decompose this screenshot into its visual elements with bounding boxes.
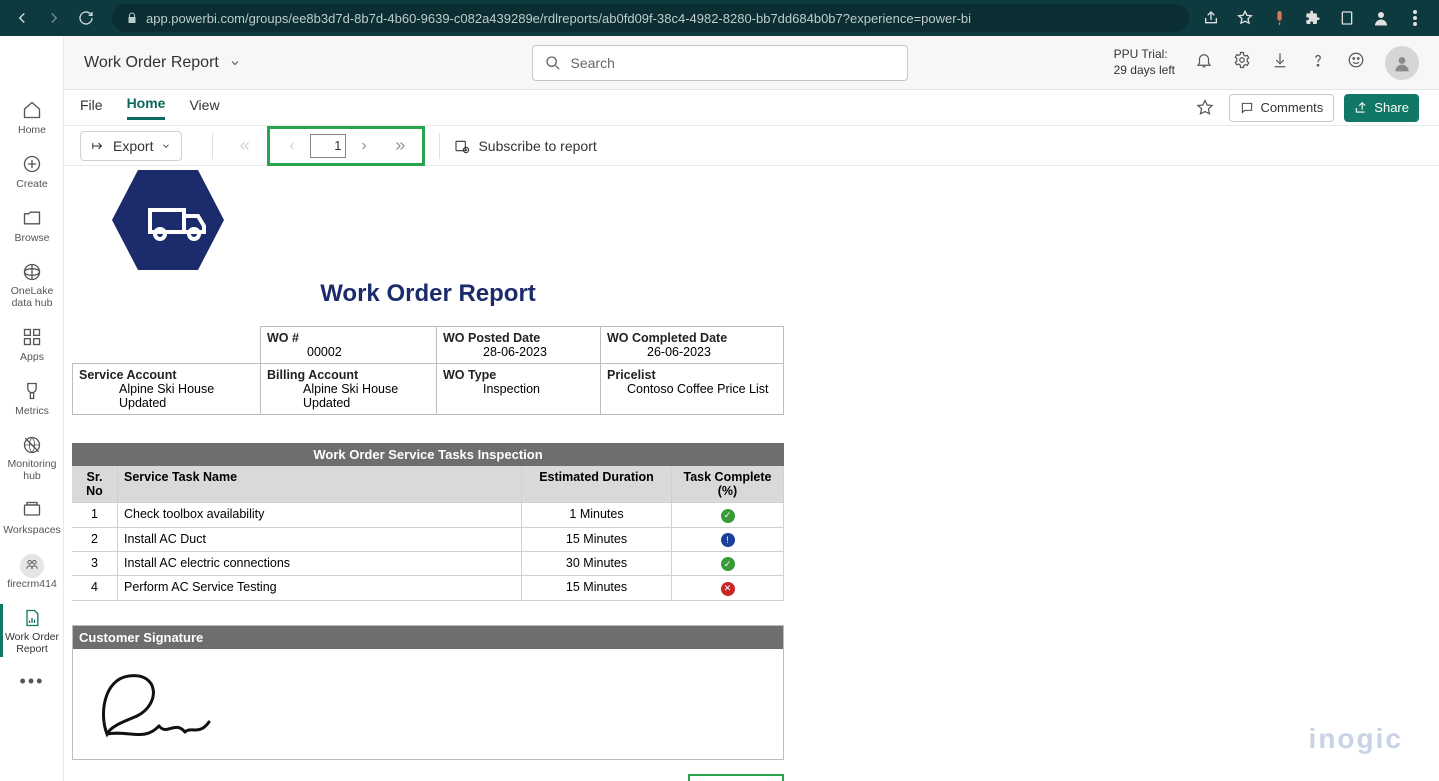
- nav-monitoring[interactable]: Monitoring hub: [0, 425, 64, 490]
- table-row: 3Install AC electric connections30 Minut…: [72, 552, 784, 577]
- comment-icon: [1240, 101, 1254, 115]
- status-icon: !: [721, 533, 735, 547]
- table-row: 1Check toolbox availability1 Minutes✓: [72, 503, 784, 528]
- tab-view[interactable]: View: [189, 97, 219, 119]
- status-icon: ✕: [721, 582, 735, 596]
- nav-work-order-report[interactable]: Work Order Report: [0, 598, 64, 663]
- nav-workspace-current[interactable]: firecrm414: [0, 544, 64, 598]
- status-icon: ✓: [721, 557, 735, 571]
- signature-label: Customer Signature: [73, 626, 783, 649]
- tasks-header-row: Sr. No Service Task Name Estimated Durat…: [72, 466, 784, 503]
- report-title-dropdown[interactable]: Work Order Report: [84, 54, 241, 72]
- table-row: 4Perform AC Service Testing15 Minutes✕: [72, 576, 784, 601]
- logo-hexagon: [108, 166, 228, 274]
- signature-block: Customer Signature: [72, 625, 784, 760]
- search-placeholder: Search: [571, 55, 615, 71]
- subscribe-button[interactable]: Subscribe to report: [454, 138, 596, 154]
- nav-more[interactable]: •••: [0, 663, 64, 700]
- toolbar: Export Subscribe to report: [0, 126, 1439, 166]
- nav-metrics[interactable]: Metrics: [0, 371, 64, 425]
- tab-home[interactable]: Home: [127, 95, 166, 120]
- export-button[interactable]: Export: [80, 131, 182, 161]
- header-fields-table: WO #00002 WO Posted Date28-06-2023 WO Co…: [72, 326, 784, 415]
- next-page-button[interactable]: [346, 131, 382, 161]
- separator: [439, 133, 440, 159]
- nav-browse[interactable]: Browse: [0, 198, 64, 252]
- avatar[interactable]: [1385, 46, 1419, 80]
- tasks-table: Work Order Service Tasks Inspection Sr. …: [72, 443, 784, 601]
- search-icon: [545, 55, 561, 71]
- settings-icon[interactable]: [1233, 51, 1251, 74]
- feedback-icon[interactable]: [1347, 51, 1365, 74]
- nav-home[interactable]: Home: [0, 90, 64, 144]
- page-number-input[interactable]: [310, 134, 346, 158]
- report-canvas: Work Order Report WO #00002 WO Posted Da…: [64, 166, 1439, 781]
- nav-onelake[interactable]: OneLake data hub: [0, 252, 64, 317]
- device-icon[interactable]: [1337, 8, 1357, 28]
- trial-info: PPU Trial: 29 days left: [1114, 47, 1175, 78]
- signature-image: [73, 649, 783, 759]
- tab-file[interactable]: File: [80, 97, 103, 119]
- help-icon[interactable]: [1309, 51, 1327, 74]
- tasks-caption: Work Order Service Tasks Inspection: [72, 443, 784, 466]
- nav-apps[interactable]: Apps: [0, 317, 64, 371]
- url-text: app.powerbi.com/groups/ee8b3d7d-8b7d-4b6…: [146, 11, 971, 26]
- report-name: Work Order Report: [84, 54, 219, 72]
- chevron-down-icon: [161, 141, 171, 151]
- bookmark-star-icon[interactable]: [1235, 8, 1255, 28]
- back-button[interactable]: [8, 4, 36, 32]
- watermark: inogic: [1309, 723, 1403, 755]
- last-page-button[interactable]: [382, 131, 418, 161]
- chevron-down-icon: [229, 57, 241, 69]
- download-icon[interactable]: [1271, 51, 1289, 74]
- prev-page-button: [274, 131, 310, 161]
- pager-highlight: [267, 126, 425, 166]
- mic-icon[interactable]: [1269, 8, 1289, 28]
- left-nav: Home Create Browse OneLake data hub Apps…: [0, 36, 64, 781]
- workspace-icon: [20, 554, 44, 578]
- status-icon: ✓: [721, 509, 735, 523]
- reload-button[interactable]: [72, 4, 100, 32]
- nav-create[interactable]: Create: [0, 144, 64, 198]
- page-counter: Page 1 of 2: [688, 774, 784, 781]
- share-url-icon[interactable]: [1201, 8, 1221, 28]
- nav-workspaces[interactable]: Workspaces: [0, 490, 64, 544]
- first-page-button: [227, 131, 263, 161]
- browser-chrome: app.powerbi.com/groups/ee8b3d7d-8b7d-4b6…: [0, 0, 1439, 36]
- table-row: 2Install AC Duct15 Minutes!: [72, 528, 784, 552]
- notifications-icon[interactable]: [1195, 51, 1213, 74]
- subscribe-icon: [454, 138, 470, 154]
- share-button[interactable]: Share: [1344, 94, 1419, 122]
- kebab-menu-icon[interactable]: [1405, 8, 1425, 28]
- report-heading: Work Order Report: [72, 280, 784, 308]
- forward-button[interactable]: [40, 4, 68, 32]
- address-bar[interactable]: app.powerbi.com/groups/ee8b3d7d-8b7d-4b6…: [112, 4, 1189, 32]
- favorite-star-icon[interactable]: [1191, 94, 1219, 122]
- ribbon: File Home View Comments Share: [0, 90, 1439, 126]
- comments-button[interactable]: Comments: [1229, 94, 1334, 122]
- export-icon: [91, 139, 105, 153]
- app-header: Work Order Report Search PPU Trial: 29 d…: [0, 36, 1439, 90]
- share-icon: [1354, 101, 1368, 115]
- search-input[interactable]: Search: [532, 45, 908, 81]
- separator: [212, 133, 213, 159]
- profile-icon[interactable]: [1371, 8, 1391, 28]
- extensions-icon[interactable]: [1303, 8, 1323, 28]
- lock-icon: [126, 12, 138, 24]
